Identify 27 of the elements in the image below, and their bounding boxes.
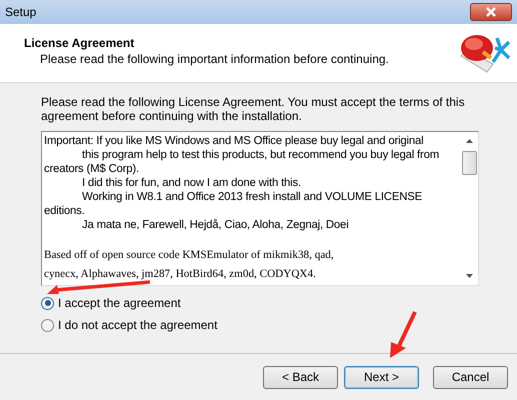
page-subtitle: Please read the following important information before continuing. xyxy=(39,52,389,66)
radio-button[interactable] xyxy=(41,318,54,332)
radio-label[interactable]: I accept the agreement xyxy=(58,296,181,310)
close-button[interactable] xyxy=(470,3,512,21)
license-text-line: this program help to test this products, but recommend you buy legal from xyxy=(81,148,440,162)
license-text-line: Based off of open source code KMSEmulator of mikmik38, qad, xyxy=(44,248,335,263)
license-text-line: creators (M$ Corp). xyxy=(44,162,140,176)
page-title: License Agreement xyxy=(24,36,136,50)
license-text-area[interactable] xyxy=(41,131,479,286)
close-icon xyxy=(485,7,497,17)
license-text-line: Ja mata ne, Farewell, Hejdå, Ciao, Aloha, Zegnaj, Doei xyxy=(81,218,350,232)
annotation-arrow xyxy=(388,310,418,360)
window-title: Setup xyxy=(5,5,36,19)
instruction-text: Please read the following License Agreement. You must accept the terms of this agreement before continuing with the installation. xyxy=(41,95,466,123)
license-text-line: I did this for fun, and now I am done with this. xyxy=(81,176,302,190)
license-text-line: cynecx, Alphawaves, jm287, HotBird64, zm0d, CODYQX4. xyxy=(44,267,317,282)
back-button[interactable]: < Back xyxy=(263,366,338,388)
license-text-line: editions. xyxy=(44,204,86,218)
cancel-button[interactable]: Cancel xyxy=(433,366,508,388)
scroll-up-icon[interactable] xyxy=(466,139,473,143)
next-button[interactable]: Next > xyxy=(344,366,419,388)
radio-label[interactable]: I do not accept the agreement xyxy=(58,318,218,332)
license-text-line: Working in W8.1 and Office 2013 fresh install and VOLUME LICENSE xyxy=(81,190,424,204)
scroll-down-icon[interactable] xyxy=(466,274,473,278)
scrollbar-thumb[interactable] xyxy=(462,151,477,175)
radio-button[interactable] xyxy=(41,296,54,310)
license-text-line: Important: If you like MS Windows and MS Office please buy legal and original xyxy=(44,134,424,148)
